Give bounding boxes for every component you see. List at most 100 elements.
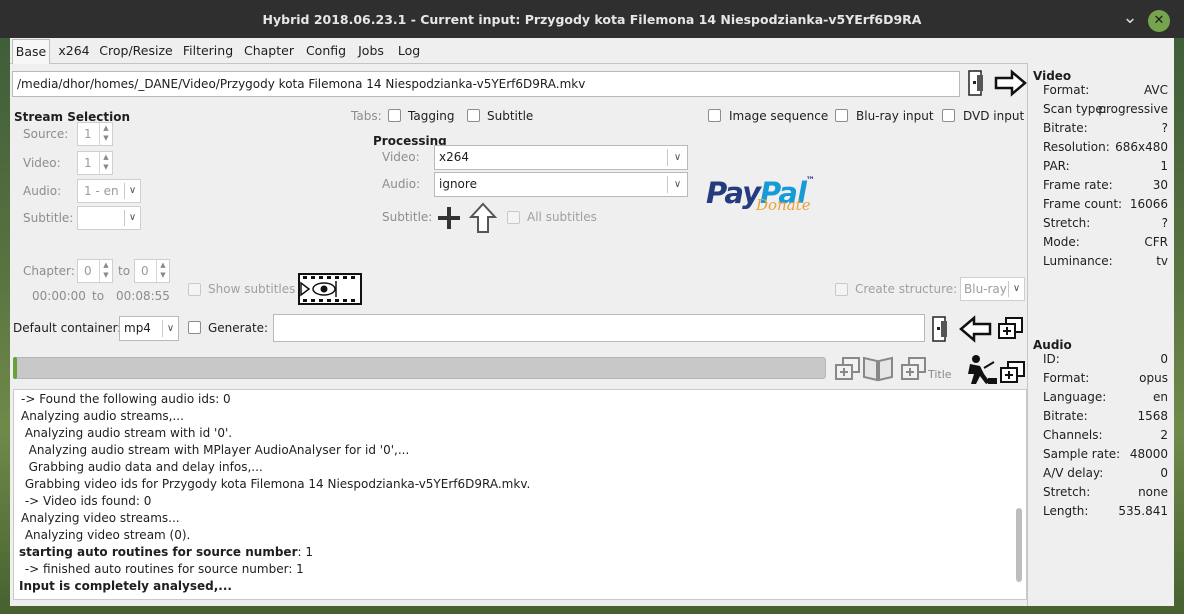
spin-arrows-icon[interactable]: ▲ ▼ (99, 260, 112, 282)
add-title-icon[interactable] (900, 356, 928, 382)
log-output[interactable]: -> Found the following audio ids: 0 Anal… (13, 389, 1027, 600)
tab-filtering[interactable]: Filtering (180, 39, 236, 64)
video-info-key: Luminance: (1043, 254, 1113, 268)
log-line: Input is completely analysed,... (19, 579, 232, 593)
source-label: Source: (23, 127, 69, 141)
subtitle-tab-label: Subtitle (487, 109, 534, 123)
chevron-down-icon[interactable]: ∨ (667, 176, 687, 193)
audio-info-value: 48000 (1129, 447, 1168, 461)
audio-info-key: Length: (1043, 504, 1089, 518)
input-path-field[interactable]: /media/dhor/homes/_DANE/Video/Przygody k… (12, 71, 960, 97)
show-subtitles-checkbox[interactable] (188, 283, 201, 296)
tab-base[interactable]: Base (12, 39, 50, 64)
audio-info-key: ID: (1043, 352, 1060, 366)
tagging-checkbox[interactable] (388, 109, 401, 122)
video-spinner[interactable]: 1 ▲ ▼ (77, 151, 113, 175)
paypal-donate-button[interactable]: PayPal™ Donate (706, 176, 836, 220)
audio-info-key: Sample rate: (1043, 447, 1121, 461)
chapter-time-to: 00:08:55 (116, 289, 170, 303)
add-to-jobs-icon[interactable] (998, 360, 1028, 386)
audio-codec-combo[interactable]: ignore ∨ (434, 172, 688, 197)
chapter-from-spinner[interactable]: 0 ▲ ▼ (77, 259, 113, 283)
video-info-key: PAR: (1043, 159, 1070, 173)
video-codec-combo[interactable]: x264 ∨ (434, 145, 688, 170)
video-value: 1 (84, 156, 92, 170)
close-button[interactable]: ✕ (1148, 10, 1170, 32)
arrow-left-icon[interactable] (958, 315, 992, 343)
tab-x264[interactable]: x264 (55, 39, 93, 64)
dvd-input-label: DVD input (963, 109, 1025, 123)
arrow-up-icon[interactable] (469, 202, 497, 234)
default-container-label: Default container: (13, 321, 122, 335)
add-subtitle-icon[interactable] (436, 205, 462, 231)
log-line: Analyzing video streams... (21, 511, 180, 525)
tab-config[interactable]: Config (302, 39, 350, 64)
open-file-icon[interactable] (966, 68, 990, 98)
bluray-input-checkbox[interactable] (835, 109, 848, 122)
generate-label: Generate: (208, 321, 269, 335)
generate-checkbox[interactable] (188, 321, 201, 334)
video-info-value: ? (1161, 121, 1168, 135)
spin-arrows-icon[interactable]: ▲ ▼ (99, 123, 112, 145)
log-line: Analyzing video stream (0). (21, 528, 191, 542)
add-queue-icon[interactable] (834, 356, 862, 382)
chapter-to-label: to (118, 264, 131, 278)
tab-log[interactable]: Log (394, 39, 424, 64)
audio-info-value: en (1153, 390, 1168, 404)
chevron-down-icon[interactable]: ∨ (124, 210, 140, 226)
processing-subtitle-label: Subtitle: (382, 210, 433, 224)
chapter-time-from: 00:00:00 (32, 289, 86, 303)
source-spinner[interactable]: 1 ▲ ▼ (77, 122, 113, 146)
dvd-input-checkbox[interactable] (942, 109, 955, 122)
chevron-down-icon[interactable]: ∨ (162, 320, 178, 337)
create-structure-label: Create structure: (855, 282, 958, 296)
video-info-key: Bitrate: (1043, 121, 1088, 135)
progress-indicator (13, 357, 17, 379)
log-scrollbar-thumb[interactable] (1016, 508, 1022, 582)
audio-info-key: A/V delay: (1043, 466, 1104, 480)
tab-chapter[interactable]: Chapter (242, 39, 296, 64)
video-info-key: Format: (1043, 83, 1090, 97)
image-sequence-checkbox[interactable] (708, 109, 721, 122)
preview-film-icon[interactable] (298, 272, 362, 306)
output-path-field[interactable] (273, 314, 925, 342)
all-subtitles-checkbox[interactable] (507, 211, 520, 224)
chapter-to-spinner[interactable]: 0 ▲ ▼ (134, 259, 170, 283)
add-job-icon[interactable] (996, 316, 1026, 342)
all-subtitles-label: All subtitles (527, 210, 597, 224)
subtitle-stream-combo[interactable]: ∨ (77, 206, 141, 230)
container-combo[interactable]: mp4 ∨ (119, 316, 179, 341)
audio-info-key: Stretch: (1043, 485, 1091, 499)
video-info-value: 16066 (1129, 197, 1168, 211)
structure-combo[interactable]: Blu-ray ∨ (960, 277, 1025, 301)
chevron-down-icon[interactable]: ∨ (124, 183, 140, 199)
audio-stream-combo[interactable]: 1 - en ∨ (77, 179, 141, 203)
worker-icon[interactable] (964, 354, 998, 386)
log-line-bold-part: starting auto routines for source number (19, 545, 298, 559)
chevron-down-icon[interactable]: ∨ (1008, 281, 1024, 297)
book-icon[interactable] (862, 354, 894, 382)
audio-label: Audio: (23, 184, 62, 198)
create-structure-checkbox[interactable] (835, 283, 848, 296)
chapter-time-to-label: to (92, 289, 105, 303)
arrow-right-icon[interactable] (994, 69, 1028, 97)
chevron-down-icon[interactable]: ∨ (667, 149, 687, 166)
log-line: Analyzing audio stream with id '0'. (21, 426, 233, 440)
tabs-label: Tabs: (351, 109, 382, 123)
audio-info-title: Audio (1033, 338, 1072, 352)
tagging-label: Tagging (408, 109, 455, 123)
tab-jobs[interactable]: Jobs (354, 39, 388, 64)
minimize-button[interactable]: ⌄ (1120, 9, 1140, 29)
tab-crop-resize[interactable]: Crop/Resize (98, 39, 174, 64)
save-file-icon[interactable] (930, 314, 954, 344)
spin-arrows-icon[interactable]: ▲ ▼ (99, 152, 112, 174)
log-line: -> Video ids found: 0 (21, 494, 152, 508)
video-info-key: Frame count: (1043, 197, 1123, 211)
log-line: -> finished auto routines for source num… (21, 562, 304, 576)
log-line: Analyzing audio stream with MPlayer Audi… (21, 443, 410, 457)
video-info-value: 686x480 (1115, 140, 1168, 154)
log-line: starting auto routines for source number… (19, 545, 313, 559)
spin-arrows-icon[interactable]: ▲ ▼ (156, 260, 169, 282)
log-line: Analyzing audio streams,... (21, 409, 184, 423)
subtitle-tab-checkbox[interactable] (467, 109, 480, 122)
